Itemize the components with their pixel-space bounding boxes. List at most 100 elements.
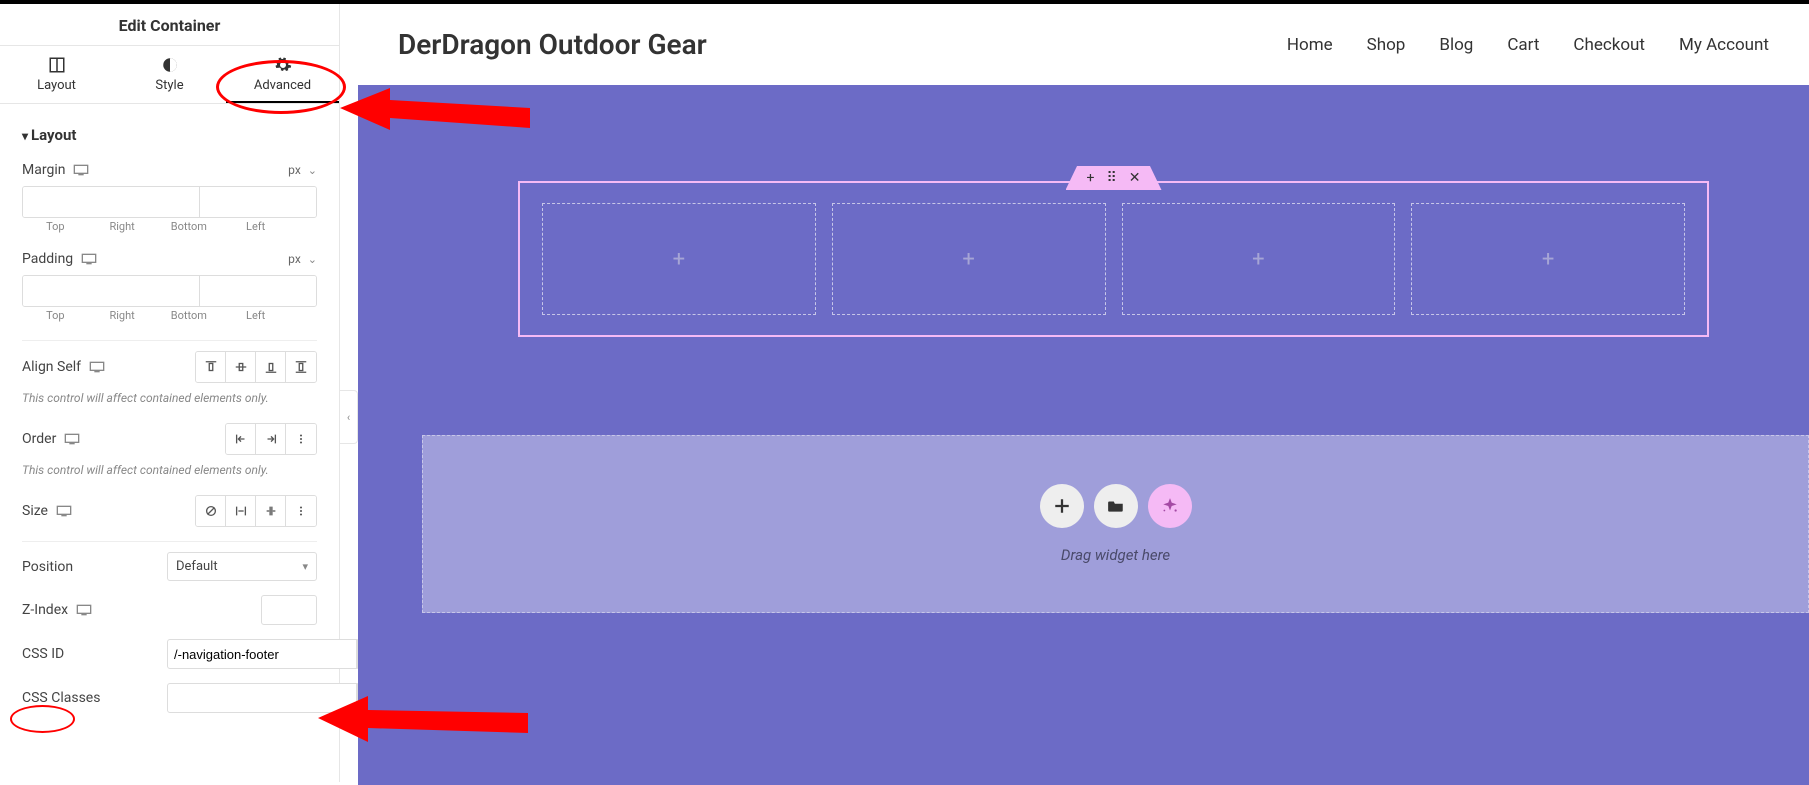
dropzone-text: Drag widget here [1061,546,1170,564]
collapse-panel-button[interactable]: ‹ [340,390,358,444]
layout-icon [48,56,66,74]
margin-unit[interactable]: px [288,163,317,177]
device-icon[interactable] [76,604,92,616]
column-3[interactable]: + [1122,203,1396,315]
container-columns: + + + + [520,183,1707,335]
css-id-input[interactable] [167,639,357,669]
padding-bottom-lbl: Bottom [156,309,223,322]
device-icon[interactable] [73,164,89,176]
gear-icon [274,56,292,74]
tab-layout[interactable]: Layout [0,46,113,103]
plus-icon: + [1252,247,1264,272]
device-icon[interactable] [56,505,72,517]
padding-right-lbl: Right [89,309,156,322]
row-zindex: Z-Index [22,585,317,629]
css-classes-label: CSS Classes [22,690,100,706]
preview-area: DerDragon Outdoor Gear Home Shop Blog Ca… [358,4,1809,782]
align-self-buttons [195,351,317,383]
tab-advanced-label: Advanced [254,78,311,93]
padding-inputs [22,275,317,307]
zindex-input[interactable] [261,595,317,625]
plus-icon [1053,497,1071,515]
editor-sidebar: Edit Container Layout Style Advanced Lay… [0,4,340,782]
size-grow-button[interactable] [226,496,256,526]
column-1[interactable]: + [542,203,816,315]
nav-checkout[interactable]: Checkout [1573,35,1645,55]
order-more-button[interactable] [286,424,316,454]
section-layout: Layout Margin px Top Right Bottom Left [0,104,339,717]
nav-shop[interactable]: Shop [1367,35,1406,55]
sparkle-icon [1161,497,1179,515]
zindex-label: Z-Index [22,602,68,618]
margin-top-lbl: Top [22,220,89,233]
container-drag-handle[interactable]: ⠿ [1106,170,1116,186]
row-size: Size [22,485,317,531]
plus-icon: + [962,247,974,272]
device-icon[interactable] [64,433,80,445]
padding-right-input[interactable] [200,276,317,306]
container-add-button[interactable]: + [1087,170,1095,186]
add-widget-button[interactable] [1040,484,1084,528]
size-shrink-button[interactable] [256,496,286,526]
nav-cart[interactable]: Cart [1507,35,1539,55]
row-padding: Padding px [22,241,317,271]
container-delete-button[interactable]: ✕ [1129,170,1141,186]
margin-right-lbl: Right [89,220,156,233]
section-layout-title[interactable]: Layout [22,118,317,152]
ai-button[interactable] [1148,484,1192,528]
padding-sublabels: Top Right Bottom Left [22,307,317,330]
align-start-button[interactable] [196,352,226,382]
row-css-id: CSS ID [22,629,317,673]
margin-inputs [22,186,317,218]
padding-top-input[interactable] [23,276,200,306]
row-align-self: Align Self [22,341,317,387]
tab-style[interactable]: Style [113,46,226,103]
margin-label: Margin [22,162,65,178]
tab-advanced[interactable]: Advanced [226,46,339,103]
align-end-button[interactable] [256,352,286,382]
tabs: Layout Style Advanced [0,46,339,104]
align-stretch-button[interactable] [286,352,316,382]
position-select[interactable]: Default [167,552,317,581]
css-classes-input[interactable] [167,683,357,713]
column-4[interactable]: + [1411,203,1685,315]
order-label: Order [22,431,56,447]
device-icon[interactable] [89,361,105,373]
order-note: This control will affect contained eleme… [22,459,317,485]
folder-icon [1107,497,1125,515]
editor-canvas[interactable]: + ⠿ ✕ + + + + [358,85,1809,785]
align-self-note: This control will affect contained eleme… [22,387,317,413]
order-buttons [225,423,317,455]
contrast-icon [161,56,179,74]
tab-style-label: Style [155,78,183,93]
site-header: DerDragon Outdoor Gear Home Shop Blog Ca… [358,4,1809,85]
align-center-button[interactable] [226,352,256,382]
css-id-label: CSS ID [22,646,64,662]
site-nav: Home Shop Blog Cart Checkout My Account [1287,35,1769,55]
tab-layout-label: Layout [37,78,76,93]
column-2[interactable]: + [832,203,1106,315]
size-label: Size [22,503,48,519]
container-handle: + ⠿ ✕ [1066,166,1162,190]
margin-sublabels: Top Right Bottom Left [22,218,317,241]
drop-zone[interactable]: Drag widget here [422,435,1809,613]
margin-right-input[interactable] [200,187,317,217]
row-css-classes: CSS Classes [22,673,317,717]
padding-left-lbl: Left [222,309,289,322]
order-start-button[interactable] [226,424,256,454]
size-more-button[interactable] [286,496,316,526]
nav-account[interactable]: My Account [1679,35,1769,55]
padding-top-lbl: Top [22,309,89,322]
template-library-button[interactable] [1094,484,1138,528]
plus-icon: + [673,247,685,272]
order-end-button[interactable] [256,424,286,454]
nav-home[interactable]: Home [1287,35,1333,55]
selected-container[interactable]: + ⠿ ✕ + + + + [518,181,1709,337]
margin-top-input[interactable] [23,187,200,217]
nav-blog[interactable]: Blog [1439,35,1473,55]
padding-unit[interactable]: px [288,252,317,266]
row-order: Order [22,413,317,459]
size-none-button[interactable] [196,496,226,526]
device-icon[interactable] [81,253,97,265]
position-value: Default [176,559,218,574]
